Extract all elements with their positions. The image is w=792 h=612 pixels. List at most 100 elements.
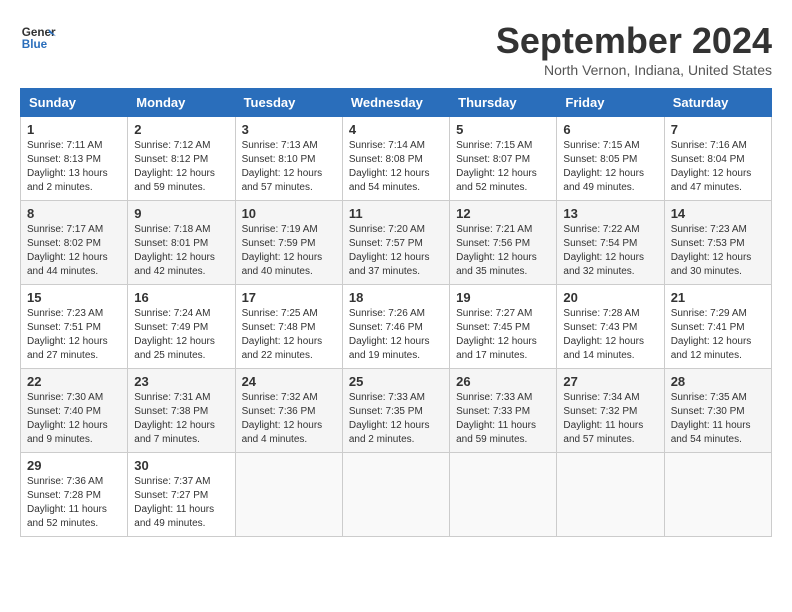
calendar-table: SundayMondayTuesdayWednesdayThursdayFrid… bbox=[20, 88, 772, 537]
day-info: Sunrise: 7:37 AM Sunset: 7:27 PM Dayligh… bbox=[134, 475, 228, 531]
day-number: 23 bbox=[134, 374, 228, 389]
day-number: 12 bbox=[456, 206, 550, 221]
calendar-cell: 26Sunrise: 7:33 AM Sunset: 7:33 PM Dayli… bbox=[450, 369, 557, 453]
calendar-title: September 2024 bbox=[496, 20, 772, 62]
day-number: 28 bbox=[671, 374, 765, 389]
day-info: Sunrise: 7:24 AM Sunset: 7:49 PM Dayligh… bbox=[134, 307, 228, 363]
day-info: Sunrise: 7:36 AM Sunset: 7:28 PM Dayligh… bbox=[27, 475, 121, 531]
calendar-cell: 22 Sunrise: 7:30 AM Sunset: 7:40 PM Dayli… bbox=[21, 369, 128, 453]
calendar-cell: 7 Sunrise: 7:16 AM Sunset: 8:04 PM Daylig… bbox=[664, 117, 771, 201]
day-info: Sunrise: 7:19 AM Sunset: 7:59 PM Dayligh… bbox=[242, 223, 336, 279]
calendar-cell: 17 Sunrise: 7:25 AM Sunset: 7:48 PM Dayli… bbox=[235, 285, 342, 369]
calendar-week-5: 29 Sunrise: 7:36 AM Sunset: 7:28 PM Dayli… bbox=[21, 453, 772, 537]
calendar-cell: 23 Sunrise: 7:31 AM Sunset: 7:38 PM Dayli… bbox=[128, 369, 235, 453]
day-number: 24 bbox=[242, 374, 336, 389]
svg-text:Blue: Blue bbox=[22, 38, 48, 51]
day-info: Sunrise: 7:23 AM Sunset: 7:53 PM Dayligh… bbox=[671, 223, 765, 279]
calendar-cell bbox=[557, 453, 664, 537]
logo: General Blue bbox=[20, 20, 56, 56]
day-info: Sunrise: 7:28 AM Sunset: 7:43 PM Dayligh… bbox=[563, 307, 657, 363]
column-header-tuesday: Tuesday bbox=[235, 89, 342, 117]
day-number: 21 bbox=[671, 290, 765, 305]
day-number: 7 bbox=[671, 122, 765, 137]
day-info: Sunrise: 7:25 AM Sunset: 7:48 PM Dayligh… bbox=[242, 307, 336, 363]
column-header-saturday: Saturday bbox=[664, 89, 771, 117]
calendar-cell: 9Sunrise: 7:18 AM Sunset: 8:01 PM Daylig… bbox=[128, 201, 235, 285]
calendar-cell: 1Sunrise: 7:11 AM Sunset: 8:13 PM Daylig… bbox=[21, 117, 128, 201]
calendar-week-4: 22 Sunrise: 7:30 AM Sunset: 7:40 PM Dayli… bbox=[21, 369, 772, 453]
calendar-cell: 2 Sunrise: 7:12 AM Sunset: 8:12 PM Daylig… bbox=[128, 117, 235, 201]
day-info: Sunrise: 7:35 AM Sunset: 7:30 PM Dayligh… bbox=[671, 391, 765, 447]
day-number: 5 bbox=[456, 122, 550, 137]
day-number: 29 bbox=[27, 458, 121, 473]
day-info: Sunrise: 7:11 AM Sunset: 8:13 PM Dayligh… bbox=[27, 139, 121, 195]
calendar-cell: 21 Sunrise: 7:29 AM Sunset: 7:41 PM Dayli… bbox=[664, 285, 771, 369]
day-number: 3 bbox=[242, 122, 336, 137]
day-number: 4 bbox=[349, 122, 443, 137]
day-number: 17 bbox=[242, 290, 336, 305]
calendar-cell bbox=[664, 453, 771, 537]
calendar-cell: 11 Sunrise: 7:20 AM Sunset: 7:57 PM Dayli… bbox=[342, 201, 449, 285]
calendar-cell bbox=[342, 453, 449, 537]
day-info: Sunrise: 7:15 AM Sunset: 8:05 PM Dayligh… bbox=[563, 139, 657, 195]
calendar-cell bbox=[450, 453, 557, 537]
day-info: Sunrise: 7:22 AM Sunset: 7:54 PM Dayligh… bbox=[563, 223, 657, 279]
day-info: Sunrise: 7:31 AM Sunset: 7:38 PM Dayligh… bbox=[134, 391, 228, 447]
calendar-cell: 16 Sunrise: 7:24 AM Sunset: 7:49 PM Dayli… bbox=[128, 285, 235, 369]
calendar-cell: 5 Sunrise: 7:15 AM Sunset: 8:07 PM Daylig… bbox=[450, 117, 557, 201]
day-info: Sunrise: 7:23 AM Sunset: 7:51 PM Dayligh… bbox=[27, 307, 121, 363]
calendar-week-1: 1Sunrise: 7:11 AM Sunset: 8:13 PM Daylig… bbox=[21, 117, 772, 201]
day-number: 27 bbox=[563, 374, 657, 389]
title-area: September 2024 North Vernon, Indiana, Un… bbox=[496, 20, 772, 78]
calendar-cell: 4Sunrise: 7:14 AM Sunset: 8:08 PM Daylig… bbox=[342, 117, 449, 201]
day-number: 20 bbox=[563, 290, 657, 305]
column-header-sunday: Sunday bbox=[21, 89, 128, 117]
calendar-cell: 3 Sunrise: 7:13 AM Sunset: 8:10 PM Daylig… bbox=[235, 117, 342, 201]
calendar-cell: 29 Sunrise: 7:36 AM Sunset: 7:28 PM Dayli… bbox=[21, 453, 128, 537]
day-number: 14 bbox=[671, 206, 765, 221]
calendar-week-3: 15 Sunrise: 7:23 AM Sunset: 7:51 PM Dayli… bbox=[21, 285, 772, 369]
day-info: Sunrise: 7:32 AM Sunset: 7:36 PM Dayligh… bbox=[242, 391, 336, 447]
column-header-friday: Friday bbox=[557, 89, 664, 117]
day-number: 11 bbox=[349, 206, 443, 221]
day-number: 10 bbox=[242, 206, 336, 221]
day-number: 13 bbox=[563, 206, 657, 221]
calendar-cell: 30 Sunrise: 7:37 AM Sunset: 7:27 PM Dayli… bbox=[128, 453, 235, 537]
calendar-cell: 27 Sunrise: 7:34 AM Sunset: 7:32 PM Dayli… bbox=[557, 369, 664, 453]
day-info: Sunrise: 7:15 AM Sunset: 8:07 PM Dayligh… bbox=[456, 139, 550, 195]
day-number: 8 bbox=[27, 206, 121, 221]
calendar-cell: 20 Sunrise: 7:28 AM Sunset: 7:43 PM Dayli… bbox=[557, 285, 664, 369]
day-info: Sunrise: 7:21 AM Sunset: 7:56 PM Dayligh… bbox=[456, 223, 550, 279]
day-info: Sunrise: 7:20 AM Sunset: 7:57 PM Dayligh… bbox=[349, 223, 443, 279]
calendar-subtitle: North Vernon, Indiana, United States bbox=[496, 62, 772, 78]
day-number: 22 bbox=[27, 374, 121, 389]
day-number: 15 bbox=[27, 290, 121, 305]
day-number: 25 bbox=[349, 374, 443, 389]
day-info: Sunrise: 7:13 AM Sunset: 8:10 PM Dayligh… bbox=[242, 139, 336, 195]
day-number: 16 bbox=[134, 290, 228, 305]
calendar-cell: 6Sunrise: 7:15 AM Sunset: 8:05 PM Daylig… bbox=[557, 117, 664, 201]
calendar-cell: 25Sunrise: 7:33 AM Sunset: 7:35 PM Dayli… bbox=[342, 369, 449, 453]
day-info: Sunrise: 7:17 AM Sunset: 8:02 PM Dayligh… bbox=[27, 223, 121, 279]
calendar-cell: 18Sunrise: 7:26 AM Sunset: 7:46 PM Dayli… bbox=[342, 285, 449, 369]
day-number: 30 bbox=[134, 458, 228, 473]
calendar-cell: 12 Sunrise: 7:21 AM Sunset: 7:56 PM Dayli… bbox=[450, 201, 557, 285]
day-info: Sunrise: 7:16 AM Sunset: 8:04 PM Dayligh… bbox=[671, 139, 765, 195]
column-header-thursday: Thursday bbox=[450, 89, 557, 117]
day-info: Sunrise: 7:18 AM Sunset: 8:01 PM Dayligh… bbox=[134, 223, 228, 279]
calendar-cell: 14 Sunrise: 7:23 AM Sunset: 7:53 PM Dayli… bbox=[664, 201, 771, 285]
calendar-cell: 24 Sunrise: 7:32 AM Sunset: 7:36 PM Dayli… bbox=[235, 369, 342, 453]
day-info: Sunrise: 7:29 AM Sunset: 7:41 PM Dayligh… bbox=[671, 307, 765, 363]
day-info: Sunrise: 7:26 AM Sunset: 7:46 PM Dayligh… bbox=[349, 307, 443, 363]
calendar-cell bbox=[235, 453, 342, 537]
calendar-cell: 10 Sunrise: 7:19 AM Sunset: 7:59 PM Dayli… bbox=[235, 201, 342, 285]
calendar-week-2: 8 Sunrise: 7:17 AM Sunset: 8:02 PM Daylig… bbox=[21, 201, 772, 285]
calendar-cell: 28 Sunrise: 7:35 AM Sunset: 7:30 PM Dayli… bbox=[664, 369, 771, 453]
day-number: 2 bbox=[134, 122, 228, 137]
column-header-monday: Monday bbox=[128, 89, 235, 117]
day-number: 26 bbox=[456, 374, 550, 389]
calendar-cell: 19Sunrise: 7:27 AM Sunset: 7:45 PM Dayli… bbox=[450, 285, 557, 369]
day-info: Sunrise: 7:12 AM Sunset: 8:12 PM Dayligh… bbox=[134, 139, 228, 195]
day-info: Sunrise: 7:34 AM Sunset: 7:32 PM Dayligh… bbox=[563, 391, 657, 447]
day-info: Sunrise: 7:30 AM Sunset: 7:40 PM Dayligh… bbox=[27, 391, 121, 447]
